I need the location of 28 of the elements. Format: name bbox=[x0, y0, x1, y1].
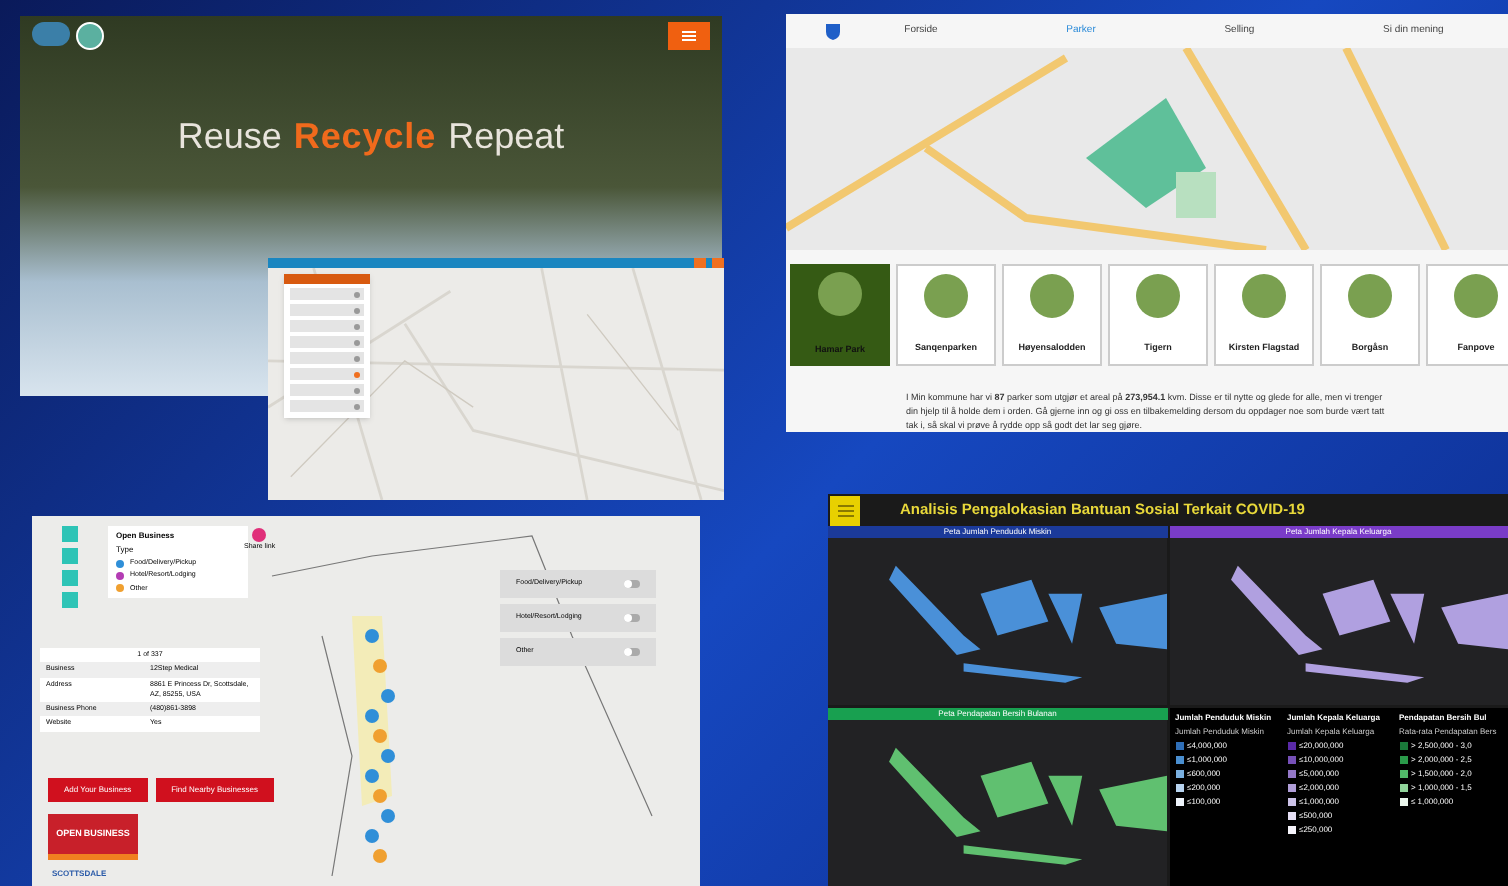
filter-item[interactable] bbox=[290, 304, 364, 316]
headline-word: Reuse bbox=[177, 114, 282, 160]
filter-item[interactable] bbox=[290, 384, 364, 396]
filter-item[interactable] bbox=[290, 400, 364, 412]
photo-placeholder bbox=[1136, 274, 1180, 318]
menu-button[interactable] bbox=[830, 495, 860, 525]
toggle-switch[interactable] bbox=[624, 648, 640, 656]
photo-placeholder bbox=[1030, 274, 1074, 318]
menu-icon bbox=[682, 30, 696, 42]
headline-word: Recycle bbox=[293, 114, 437, 160]
panel-header bbox=[284, 274, 370, 284]
filter-item[interactable] bbox=[290, 368, 364, 380]
photo-placeholder bbox=[1348, 274, 1392, 318]
headline-word: Repeat bbox=[448, 114, 565, 160]
toggle-switch[interactable] bbox=[624, 580, 640, 588]
filter-item[interactable] bbox=[290, 336, 364, 348]
photo-placeholder bbox=[1454, 274, 1498, 318]
photo-placeholder bbox=[924, 274, 968, 318]
photo-placeholder bbox=[818, 272, 862, 316]
logo-icon bbox=[76, 22, 104, 50]
logo-icon bbox=[32, 22, 70, 46]
filter-item[interactable] bbox=[290, 288, 364, 300]
filter-item[interactable] bbox=[290, 352, 364, 364]
photo-placeholder bbox=[1242, 274, 1286, 318]
filter-item[interactable] bbox=[290, 320, 364, 332]
toggle-switch[interactable] bbox=[624, 614, 640, 622]
shield-icon bbox=[826, 23, 840, 39]
menu-icon bbox=[837, 503, 853, 517]
